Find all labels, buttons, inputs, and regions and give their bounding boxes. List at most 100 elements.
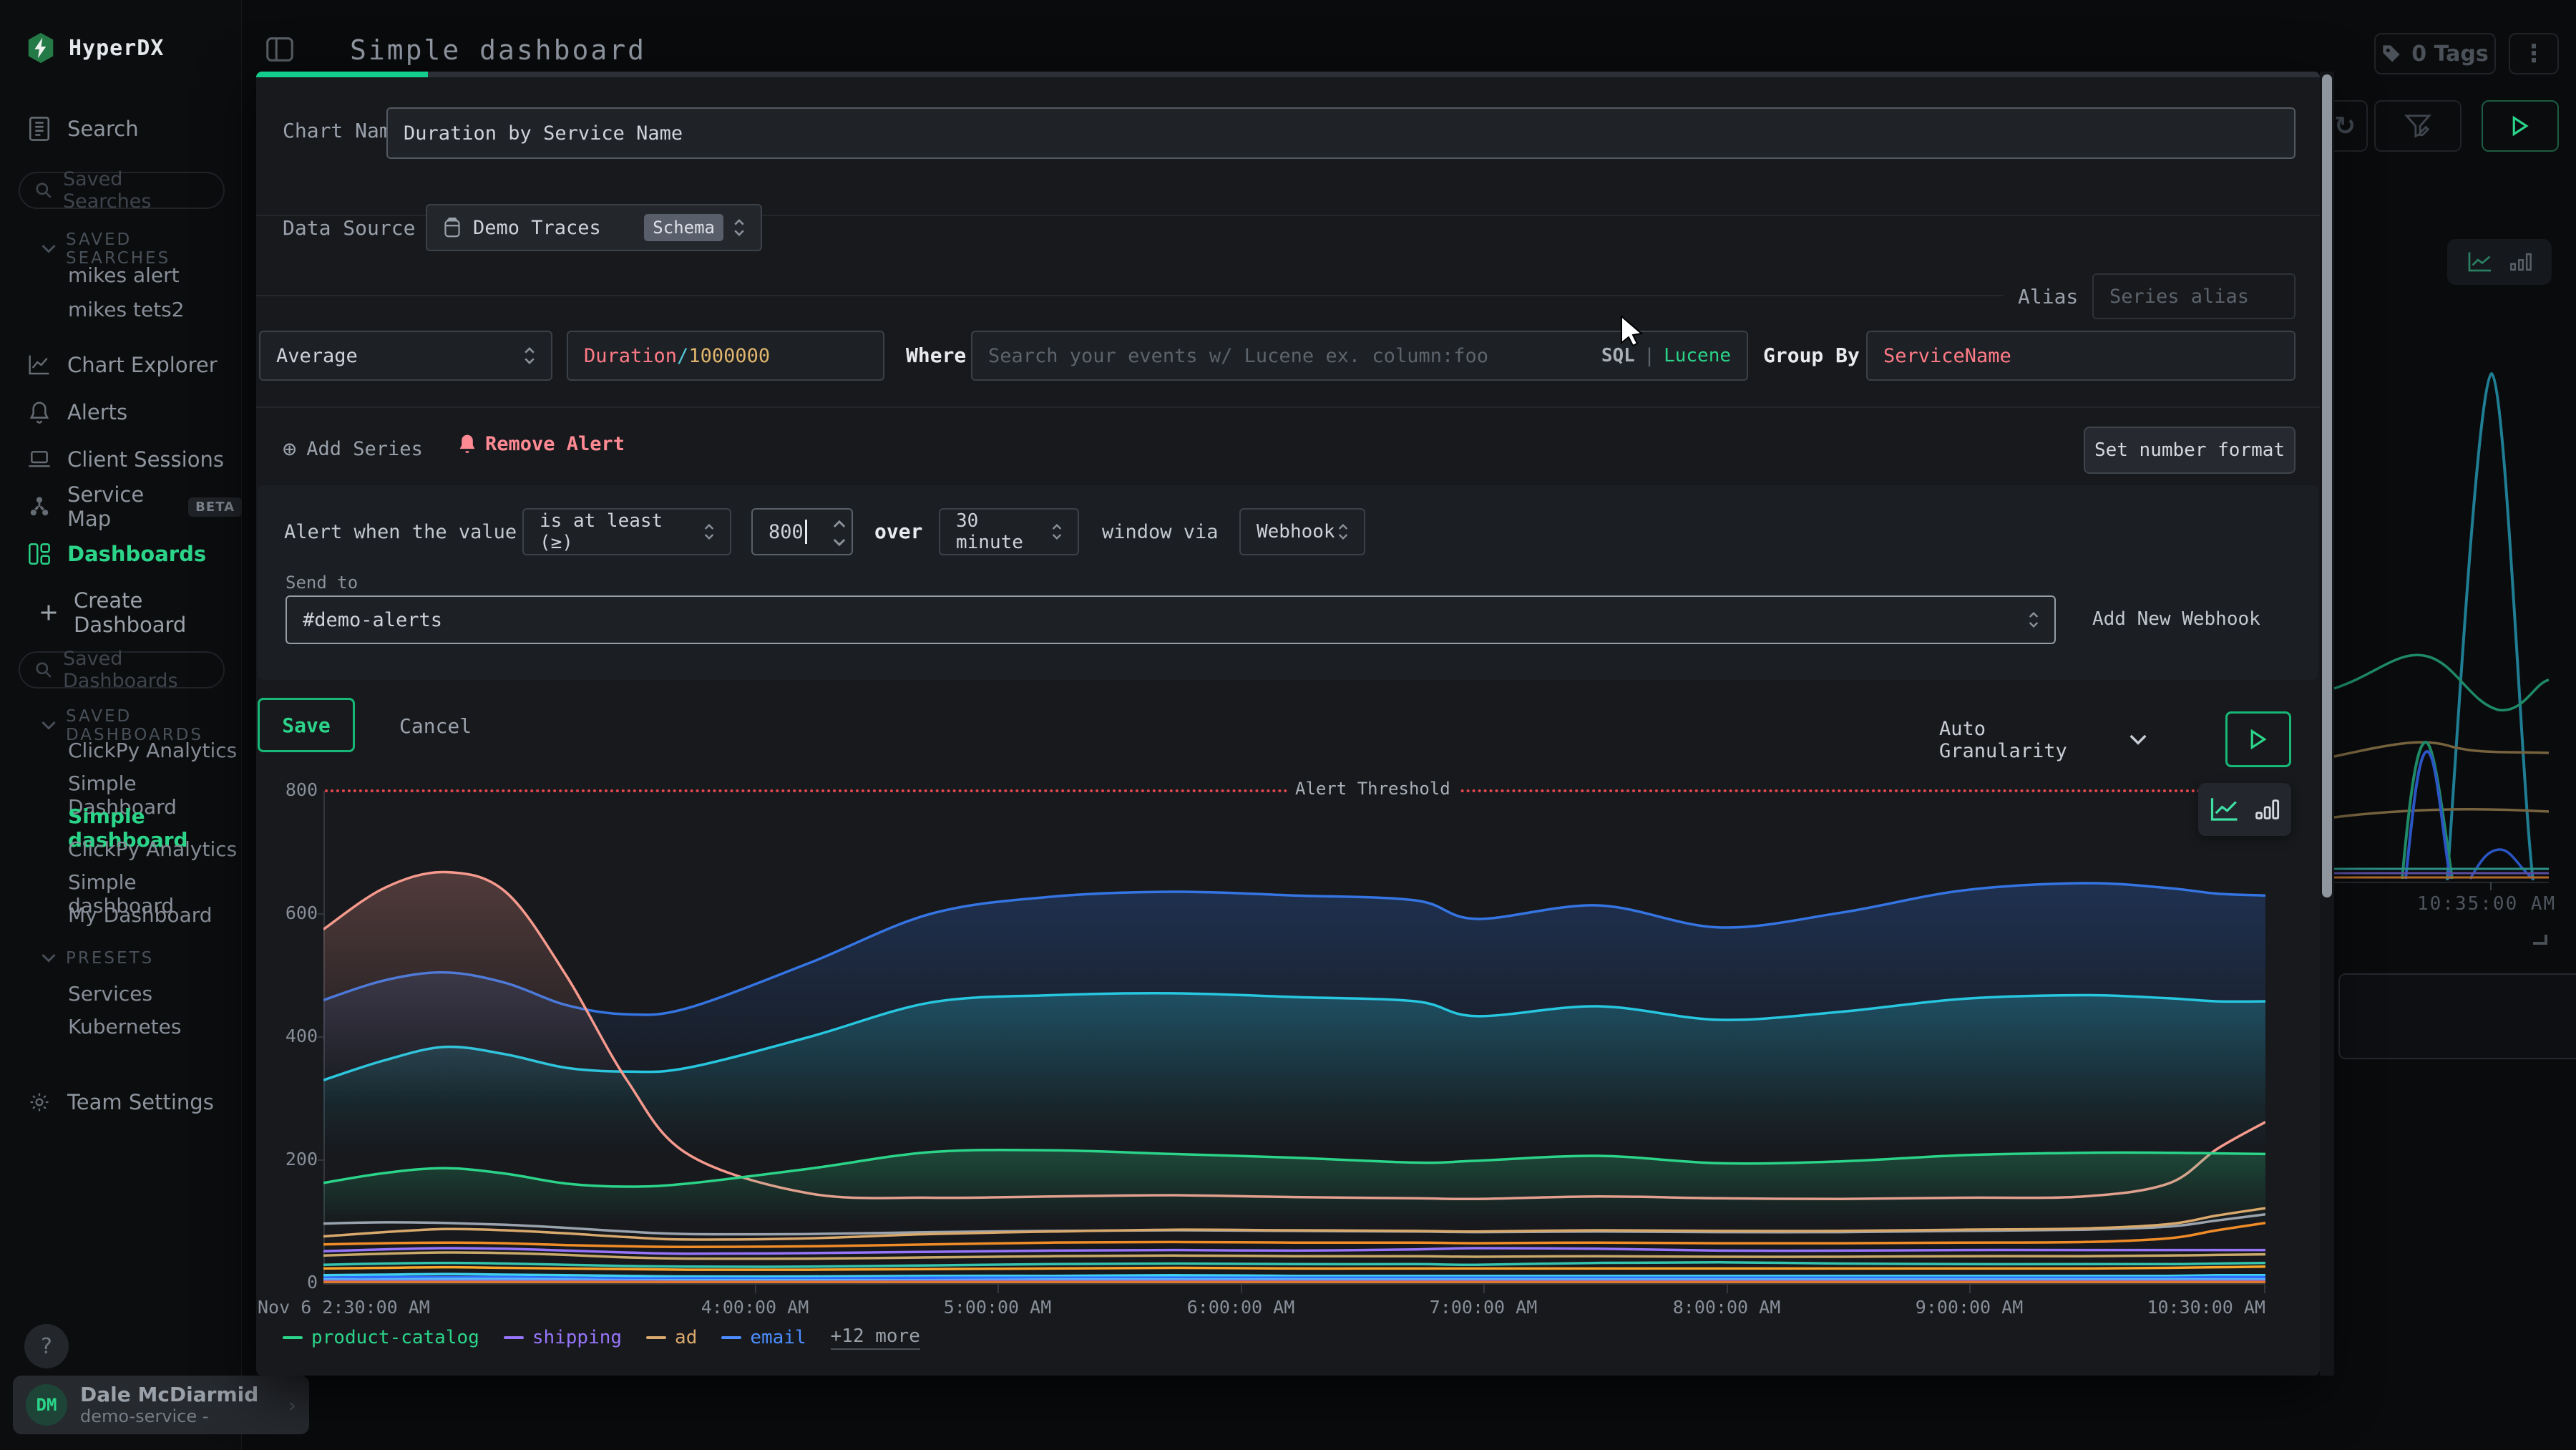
sidebar-item-alerts[interactable]: Alerts: [0, 396, 242, 428]
select-updown-icon: [1338, 523, 1348, 540]
webhook-select[interactable]: #demo-alerts: [286, 595, 2056, 644]
play-icon: [2511, 116, 2529, 136]
tile-resize-handle[interactable]: [2533, 935, 2547, 945]
preset-item[interactable]: Kubernetes: [68, 1015, 182, 1038]
plus-icon: [39, 604, 58, 621]
save-button[interactable]: Save: [258, 698, 355, 752]
brand-name: HyperDX: [69, 36, 164, 61]
beta-badge: BETA: [188, 497, 242, 517]
user-card[interactable]: DM Dale McDiarmid demo-service - ›: [13, 1376, 309, 1434]
y-axis-labels: 800 600 400 200 0: [263, 791, 318, 1283]
alias-placeholder[interactable]: [2109, 286, 2278, 308]
x-tick: [755, 1285, 756, 1293]
alias-input[interactable]: [2092, 273, 2296, 319]
user-info: Dale McDiarmid demo-service -: [80, 1383, 258, 1426]
select-updown-icon: [1052, 523, 1062, 540]
alert-condition-value: is at least (≥): [540, 510, 704, 553]
aggregation-select[interactable]: Average: [259, 331, 552, 381]
chart-name-value[interactable]: [404, 122, 2278, 145]
sidebar-collapse-button[interactable]: [263, 33, 298, 67]
sidebar-item-dashboards[interactable]: Dashboards: [0, 538, 242, 570]
add-new-webhook-link[interactable]: Add New Webhook: [2092, 608, 2260, 630]
saved-searches-header[interactable]: SAVED SEARCHES: [42, 230, 241, 268]
bell-icon: [27, 401, 52, 424]
select-updown-icon: [2029, 611, 2039, 628]
x-tick-label: 4:00:00 AM: [701, 1297, 809, 1318]
saved-search-item[interactable]: mikes tets2: [68, 298, 185, 321]
field-expression-input[interactable]: Duration/1000000: [567, 331, 884, 381]
create-dashboard-button[interactable]: Create Dashboard: [0, 597, 242, 628]
legend-item[interactable]: product-catalog: [283, 1327, 479, 1348]
set-number-format-button[interactable]: Set number format: [2084, 427, 2296, 474]
group-by-input[interactable]: ServiceName: [1866, 331, 2296, 381]
alert-threshold-input[interactable]: 800: [751, 508, 853, 555]
preset-item[interactable]: Services: [68, 982, 152, 1006]
saved-search-item[interactable]: mikes alert: [68, 263, 180, 287]
sidebar-item-search[interactable]: Search: [0, 113, 242, 145]
sidebar-item-client-sessions[interactable]: Client Sessions: [0, 444, 242, 475]
granularity-select[interactable]: Auto Granularity: [1939, 711, 2147, 769]
x-tick-label: 10:30:00 AM: [2147, 1297, 2265, 1318]
alert-window-select[interactable]: 30 minute: [939, 508, 1079, 555]
where-placeholder: Search your events w/ Lucene ex. column:…: [988, 345, 1488, 367]
bar-chart-icon: [2255, 797, 2280, 822]
legend-item[interactable]: shipping: [504, 1327, 622, 1348]
sidebar-item-label: Search: [67, 117, 139, 141]
brand[interactable]: HyperDX: [24, 31, 164, 64]
group-by-value: ServiceName: [1883, 345, 2011, 367]
legend-more-link[interactable]: +12 more: [831, 1325, 920, 1350]
toggle-separator: |: [1644, 345, 1655, 367]
dashboard-item[interactable]: My Dashboard: [68, 903, 213, 927]
saved-searches-input[interactable]: Saved Searches: [19, 172, 225, 209]
kebab-menu-button[interactable]: ⋮: [2509, 33, 2559, 74]
expr-field: Duration: [584, 345, 677, 367]
dashboards-icon: [27, 543, 52, 565]
x-tick-label: 7:00:00 AM: [1430, 1297, 1538, 1318]
hyperdx-logo-icon: [24, 31, 57, 64]
remove-alert-button[interactable]: Remove Alert: [458, 432, 625, 455]
next-tile: [2338, 973, 2576, 1059]
database-icon: [443, 217, 462, 238]
dashboard-item[interactable]: ClickPy Analytics: [68, 739, 237, 762]
sidebar-item-chart-explorer[interactable]: Chart Explorer: [0, 349, 242, 381]
add-series-button[interactable]: ⊕ Add Series: [283, 435, 423, 462]
help-button[interactable]: ?: [24, 1324, 69, 1368]
scrollbar-thumb[interactable]: [2322, 74, 2332, 897]
x-tick: [997, 1285, 999, 1293]
sidebar-item-team-settings[interactable]: Team Settings: [0, 1086, 242, 1118]
cancel-button[interactable]: Cancel: [399, 714, 472, 738]
select-updown-icon: [733, 218, 745, 237]
x-tick-label: Nov 6 2:30:00 AM: [258, 1297, 430, 1318]
alert-channel-select[interactable]: Webhook: [1239, 508, 1365, 555]
mini-chart-tick: [2490, 882, 2492, 890]
number-stepper[interactable]: [831, 514, 847, 553]
sql-toggle[interactable]: SQL: [1601, 345, 1635, 366]
duration-chart[interactable]: [323, 791, 2265, 1283]
add-series-label: Add Series: [306, 438, 423, 460]
schema-badge: Schema: [644, 214, 723, 241]
query-language-toggle[interactable]: SQL | Lucene: [1601, 345, 1731, 367]
lucene-toggle[interactable]: Lucene: [1664, 345, 1731, 366]
alert-threshold-label: Alert Threshold: [1287, 779, 1459, 799]
screen: HyperDX Search Saved Searches SAVED SEAR…: [0, 0, 2576, 1450]
saved-dashboards-input[interactable]: Saved Dashboards: [19, 651, 225, 688]
presets-header[interactable]: PRESETS: [42, 949, 154, 968]
tags-button[interactable]: 0 Tags: [2374, 33, 2496, 74]
magnifier-icon: [34, 661, 53, 679]
modal-scrollbar[interactable]: [2320, 72, 2334, 1376]
legend-item[interactable]: ad: [646, 1327, 697, 1348]
sidebar-item-service-map[interactable]: Service Map BETA: [0, 491, 242, 522]
chart-line-icon: [27, 354, 52, 376]
legend-item[interactable]: email: [721, 1327, 806, 1348]
saved-dashboards-placeholder: Saved Dashboards: [63, 648, 209, 692]
chart-type-toggle[interactable]: [2198, 783, 2291, 836]
data-source-select[interactable]: Demo Traces Schema: [426, 204, 762, 251]
run-query-button[interactable]: [2482, 100, 2559, 152]
x-tick: [1969, 1285, 1971, 1293]
run-chart-button[interactable]: [2225, 711, 2291, 767]
dashboard-item[interactable]: ClickPy Analytics: [68, 837, 237, 861]
alert-condition-select[interactable]: is at least (≥): [522, 508, 731, 555]
filter-button[interactable]: [2374, 100, 2462, 152]
x-axis-line: [323, 1283, 2265, 1285]
chart-name-input[interactable]: [386, 107, 2296, 159]
